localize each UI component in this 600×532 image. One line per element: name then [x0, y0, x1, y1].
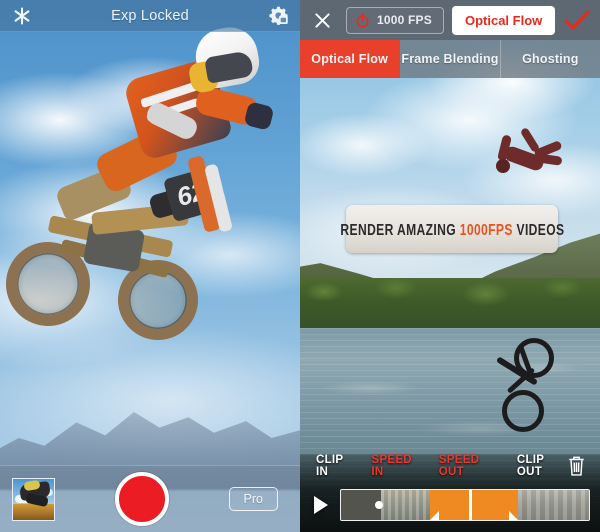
fps-button[interactable]: 1000 FPS	[346, 6, 444, 34]
sparkle-icon[interactable]	[0, 0, 44, 32]
editor-controls: CLIP IN SPEED IN SPEED OUT CLIP OUT	[300, 450, 600, 532]
timeline-speed-out-handle[interactable]	[509, 511, 519, 520]
fps-label: 1000 FPS	[377, 13, 432, 27]
tab-frame-blending[interactable]: Frame Blending	[400, 40, 501, 78]
falling-bike-subject	[488, 338, 558, 448]
checkmark-icon	[564, 10, 590, 30]
play-button[interactable]	[306, 488, 336, 522]
timeline-segment-filmstrip-start	[380, 490, 431, 520]
timeline-row	[300, 482, 600, 528]
editor-header-bar: 1000 FPS Optical Flow	[300, 0, 600, 40]
promo-banner-text: RENDER AMAZING 1000FPS VIDEOS	[340, 220, 564, 238]
gear-lock-icon-glyph	[268, 6, 288, 25]
speed-out-button[interactable]: SPEED OUT	[439, 454, 501, 478]
clip-in-button[interactable]: CLIP IN	[316, 454, 354, 478]
promo-text-highlight: 1000FPS	[459, 220, 513, 238]
gallery-thumbnail[interactable]	[12, 477, 55, 521]
clip-out-button[interactable]: CLIP OUT	[517, 454, 567, 478]
trash-icon	[569, 456, 584, 476]
falling-person-subject	[486, 125, 563, 195]
camera-header-bar: Exp Locked	[0, 0, 300, 32]
promo-banner: RENDER AMAZING 1000FPS VIDEOS	[340, 205, 564, 253]
timeline-clip-in-handle[interactable]	[374, 501, 383, 509]
camera-panel: 62 Exp Locked Pro	[0, 0, 300, 532]
tab-ghosting[interactable]: Ghosting	[501, 40, 600, 78]
timeline-playhead[interactable]	[469, 490, 473, 520]
record-button[interactable]	[114, 472, 169, 526]
record-button-area	[55, 472, 229, 526]
speed-in-button[interactable]: SPEED IN	[371, 454, 421, 478]
editor-panel: RENDER AMAZING 1000FPS VIDEOS 1000 FPS O…	[300, 0, 600, 532]
delete-button[interactable]	[567, 455, 586, 477]
effect-tabs: Optical Flow Frame Blending Ghosting	[300, 40, 600, 78]
exposure-status-label: Exp Locked	[111, 7, 189, 24]
pro-button[interactable]: Pro	[228, 487, 278, 511]
timeline-scrubber[interactable]	[340, 489, 590, 521]
clip-speed-labels: CLIP IN SPEED IN SPEED OUT CLIP OUT	[300, 450, 600, 482]
close-icon-glyph	[314, 12, 330, 28]
gear-lock-icon[interactable]	[256, 0, 300, 32]
promo-text-before: RENDER AMAZING	[340, 220, 460, 238]
timeline-segment-filmstrip-end	[518, 490, 589, 520]
camera-bottom-bar: Pro	[0, 465, 300, 532]
stopwatch-icon	[356, 13, 369, 28]
tab-optical-flow[interactable]: Optical Flow	[300, 40, 401, 78]
close-icon[interactable]	[306, 0, 338, 40]
sparkle-icon-glyph	[14, 6, 30, 25]
preview-riverbank	[300, 278, 600, 330]
play-icon	[314, 496, 328, 514]
timeline-speed-in-handle[interactable]	[430, 511, 440, 520]
app-root: 62 Exp Locked Pro RENDER AMAZING 1000FPS…	[0, 0, 600, 532]
mode-button[interactable]: Optical Flow	[451, 5, 556, 35]
confirm-button[interactable]	[560, 4, 594, 38]
motocross-rider-subject: 62	[0, 23, 300, 380]
promo-text-after: VIDEOS	[512, 220, 565, 238]
